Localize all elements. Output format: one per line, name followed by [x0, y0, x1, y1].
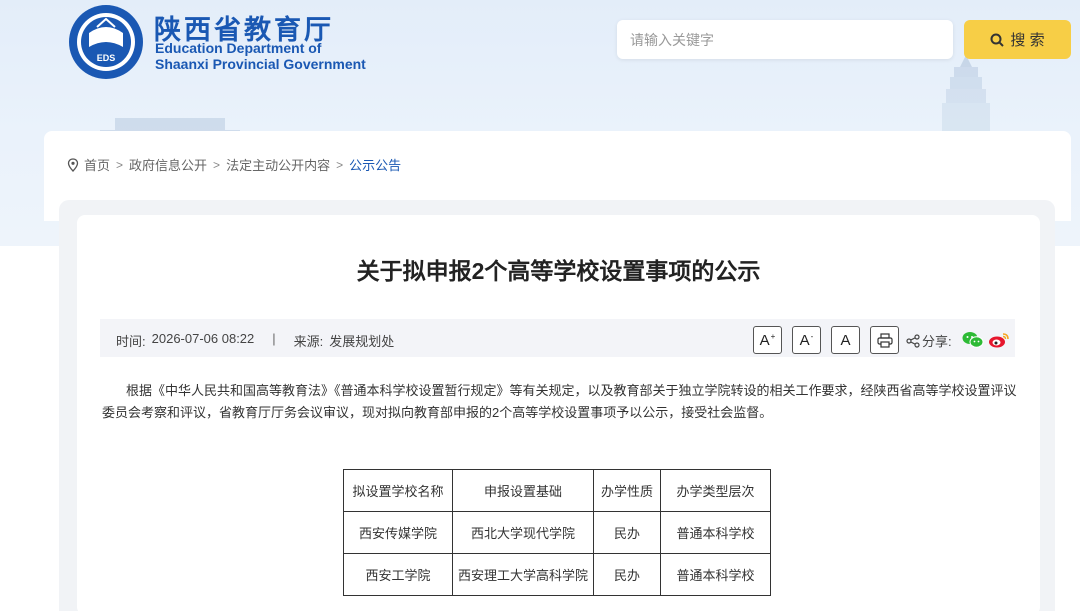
location-icon [67, 157, 79, 172]
article-meta: 时间: 2026-07-06 08:22 | 来源: 发展规划处 [116, 331, 394, 350]
table-cell: 民办 [593, 511, 661, 554]
logo-abbrev: EDS [97, 53, 116, 63]
table-header-cell: 申报设置基础 [452, 469, 594, 512]
table-header-cell: 办学类型层次 [660, 469, 771, 512]
table-row: 西安传媒学院 西北大学现代学院 民办 普通本科学校 [343, 511, 771, 554]
source-label: 来源: [293, 334, 324, 349]
table-cell: 西安理工大学高科学院 [452, 553, 594, 596]
table-header-cell: 拟设置学校名称 [343, 469, 453, 512]
table-cell: 民办 [593, 553, 661, 596]
breadcrumb-separator: > [336, 157, 344, 172]
table-cell: 西安传媒学院 [343, 511, 453, 554]
article-title: 关于拟申报2个高等学校设置事项的公示 [356, 258, 761, 284]
site-name-english-line2: Shaanxi Provincial Government [155, 56, 366, 72]
site-logo-emblem[interactable]: EDS [67, 3, 145, 81]
breadcrumb-current[interactable]: 公示公告 [349, 155, 401, 174]
breadcrumb: 首页 > 政府信息公开 > 法定主动公开内容 > 公示公告 [67, 155, 401, 174]
search-button[interactable]: 搜 索 [964, 20, 1071, 59]
pagoda-silhouette-right [942, 55, 990, 135]
search-icon [990, 33, 1005, 47]
meta-divider: | [272, 331, 276, 346]
source-value: 发展规划处 [329, 334, 395, 349]
table-cell: 西安工学院 [343, 553, 453, 596]
breadcrumb-separator: > [213, 157, 221, 172]
breadcrumb-separator: > [116, 157, 124, 172]
table-header-row: 拟设置学校名称 申报设置基础 办学性质 办学类型层次 [343, 469, 771, 512]
table-cell: 西北大学现代学院 [452, 511, 594, 554]
time-value: 2026-07-06 08:22 [151, 331, 255, 346]
breadcrumb-home[interactable]: 首页 [84, 155, 110, 174]
site-name-english-line1: Education Department of [155, 40, 322, 56]
breadcrumb-statutory-content[interactable]: 法定主动公开内容 [226, 155, 330, 174]
table-header-cell: 办学性质 [593, 469, 661, 512]
wechat-icon[interactable] [962, 331, 984, 349]
search-button-label: 搜 索 [1010, 32, 1045, 49]
share-label: 分享: [906, 331, 952, 350]
school-setup-table: 拟设置学校名称 申报设置基础 办学性质 办学类型层次 西安传媒学院 西北大学现代… [343, 469, 771, 596]
font-reset-button[interactable]: A [831, 326, 860, 354]
print-button[interactable] [870, 326, 899, 354]
font-larger-button[interactable]: A + [753, 326, 782, 354]
print-icon [876, 332, 893, 348]
table-row: 西安工学院 西安理工大学高科学院 民办 普通本科学校 [343, 553, 771, 596]
search-input[interactable] [617, 20, 953, 59]
weibo-icon[interactable] [988, 331, 1010, 349]
table-cell: 普通本科学校 [660, 553, 771, 596]
article-body-paragraph: 根据《中华人民共和国高等教育法》《普通本科学校设置暂行规定》等有关规定，以及教育… [102, 383, 1017, 420]
font-smaller-button[interactable]: A- [792, 326, 821, 354]
share-icon [906, 333, 920, 348]
breadcrumb-gov-info[interactable]: 政府信息公开 [129, 155, 207, 174]
table-cell: 普通本科学校 [660, 511, 771, 554]
time-label: 时间: [116, 334, 146, 349]
